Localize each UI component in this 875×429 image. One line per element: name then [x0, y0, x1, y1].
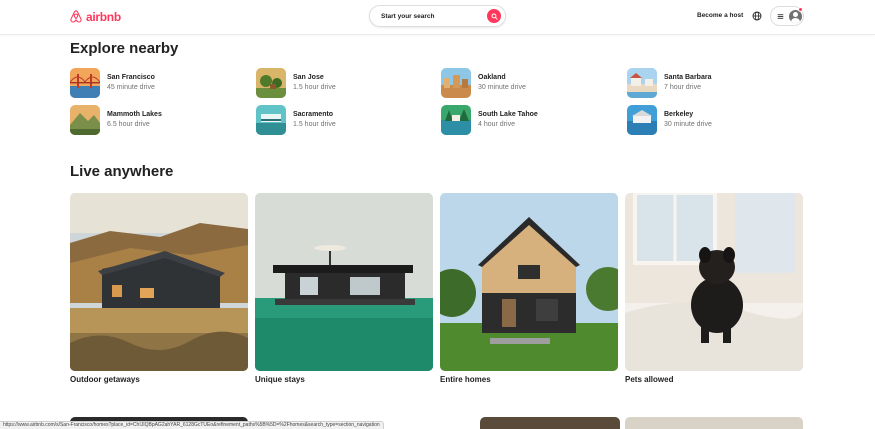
- card-entire-homes[interactable]: Entire homes: [440, 193, 618, 384]
- top-nav: airbnb Start your search Become a host: [0, 0, 875, 35]
- airbnb-logo-icon: [70, 10, 82, 23]
- nearby-name: Santa Barbara: [664, 74, 712, 81]
- airbnb-logo[interactable]: airbnb: [69, 9, 121, 24]
- santa-barbara-thumbnail: [627, 68, 657, 98]
- notification-dot: [798, 7, 803, 12]
- nearby-drive-time: 45 minute drive: [107, 84, 155, 91]
- outdoor-getaways-image: [70, 193, 248, 371]
- nearby-name: San Jose: [293, 74, 324, 81]
- browser-status-url: https://www.airbnb.com/s/San-Francisco/h…: [0, 421, 384, 429]
- card-label: Unique stays: [255, 375, 305, 384]
- hamburger-icon: [777, 13, 784, 19]
- logo-text: airbnb: [86, 9, 121, 24]
- nearby-drive-time: 6.5 hour drive: [107, 121, 150, 128]
- oakland-thumbnail: [441, 68, 471, 98]
- search-icon: [490, 12, 498, 20]
- mammoth-lakes-thumbnail: [70, 105, 100, 135]
- nearby-item-oakland[interactable]: Oakland 30 minute drive: [441, 68, 611, 98]
- card-pets-allowed[interactable]: Pets allowed: [625, 193, 803, 384]
- search-bar[interactable]: Start your search: [369, 5, 506, 27]
- nearby-name: San Francisco: [107, 74, 155, 81]
- live-anywhere-title: Live anywhere: [70, 163, 174, 180]
- unique-stays-image: [255, 193, 433, 371]
- partial-card[interactable]: [625, 417, 803, 429]
- nearby-item-san-francisco[interactable]: San Francisco 45 minute drive: [70, 68, 240, 98]
- card-label: Pets allowed: [625, 375, 674, 384]
- become-host-link[interactable]: Become a host: [697, 12, 743, 19]
- nearby-item-berkeley[interactable]: Berkeley 30 minute drive: [627, 105, 797, 135]
- nearby-name: Sacramento: [293, 111, 334, 118]
- nearby-item-san-jose[interactable]: San Jose 1.5 hour drive: [256, 68, 426, 98]
- globe-icon[interactable]: [752, 11, 762, 21]
- card-unique-stays[interactable]: Unique stays: [255, 193, 433, 384]
- berkeley-thumbnail: [627, 105, 657, 135]
- nearby-drive-time: 30 minute drive: [664, 121, 712, 128]
- nearby-drive-time: 4 hour drive: [478, 121, 515, 128]
- card-outdoor-getaways[interactable]: Outdoor getaways: [70, 193, 248, 384]
- nearby-drive-time: 1.5 hour drive: [293, 84, 336, 91]
- nearby-drive-time: 1.5 hour drive: [293, 121, 336, 128]
- partial-card[interactable]: [480, 417, 620, 429]
- entire-homes-image: [440, 193, 618, 371]
- card-label: Outdoor getaways: [70, 375, 140, 384]
- sacramento-thumbnail: [256, 105, 286, 135]
- nearby-item-south-lake-tahoe[interactable]: South Lake Tahoe 4 hour drive: [441, 105, 611, 135]
- nearby-name: Oakland: [478, 74, 506, 81]
- search-button[interactable]: [487, 9, 501, 23]
- nearby-drive-time: 7 hour drive: [664, 84, 701, 91]
- nearby-name: Mammoth Lakes: [107, 111, 162, 118]
- san-francisco-thumbnail: [70, 68, 100, 98]
- card-label: Entire homes: [440, 375, 491, 384]
- search-label: Start your search: [381, 12, 435, 20]
- south-lake-tahoe-thumbnail: [441, 105, 471, 135]
- nearby-item-santa-barbara[interactable]: Santa Barbara 7 hour drive: [627, 68, 797, 98]
- san-jose-thumbnail: [256, 68, 286, 98]
- pets-allowed-image: [625, 193, 803, 371]
- nearby-name: South Lake Tahoe: [478, 111, 538, 118]
- nearby-item-sacramento[interactable]: Sacramento 1.5 hour drive: [256, 105, 426, 135]
- nearby-name: Berkeley: [664, 111, 694, 118]
- nearby-drive-time: 30 minute drive: [478, 84, 526, 91]
- nearby-item-mammoth-lakes[interactable]: Mammoth Lakes 6.5 hour drive: [70, 105, 240, 135]
- explore-nearby-title: Explore nearby: [70, 40, 179, 57]
